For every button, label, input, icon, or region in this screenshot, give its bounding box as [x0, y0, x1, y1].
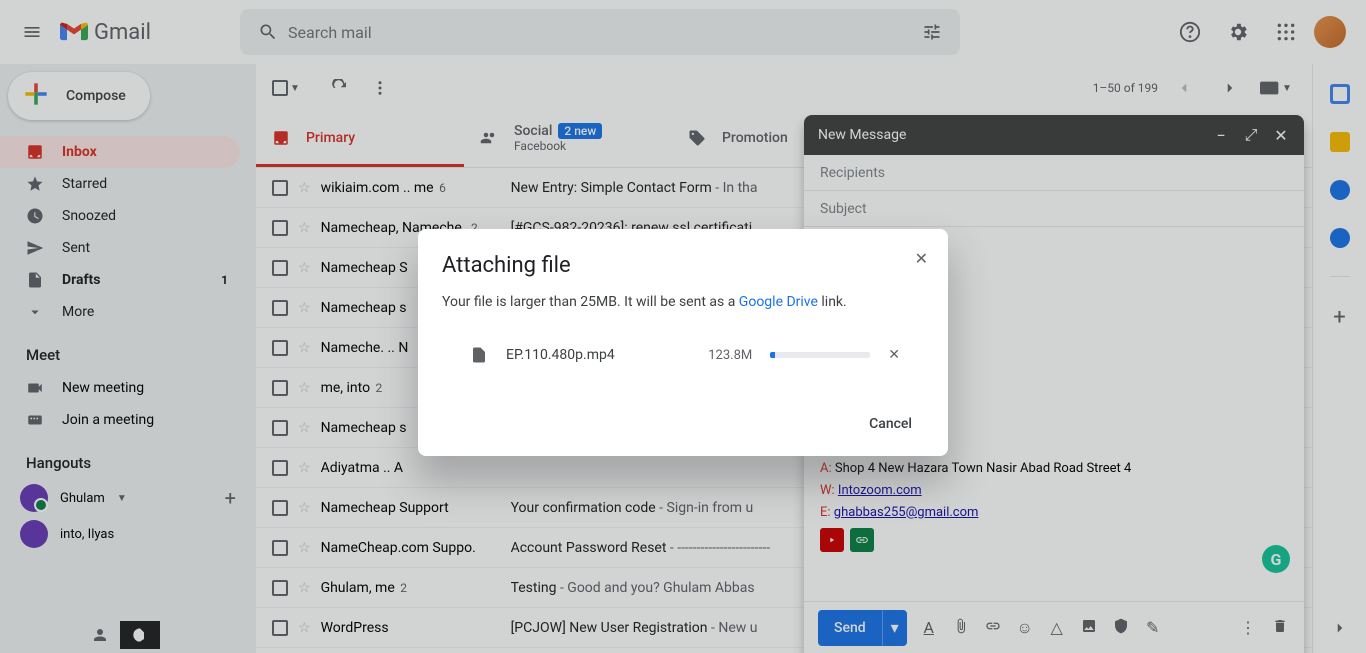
- file-name: EP.110.480p.mp4: [506, 347, 690, 363]
- file-row: EP.110.480p.mp4 123.8M ✕: [442, 346, 924, 364]
- attaching-file-dialog: ✕ Attaching file Your file is larger tha…: [418, 229, 948, 456]
- dialog-text-post: link.: [818, 294, 847, 310]
- cancel-button[interactable]: Cancel: [857, 408, 924, 440]
- cancel-upload-icon[interactable]: ✕: [888, 347, 900, 363]
- dialog-text-pre: Your file is larger than 25MB. It will b…: [442, 294, 739, 310]
- file-size: 123.8M: [708, 348, 752, 363]
- close-icon[interactable]: ✕: [915, 249, 928, 268]
- file-icon: [470, 346, 488, 364]
- dialog-title: Attaching file: [442, 253, 924, 278]
- progress-bar: [770, 352, 870, 358]
- google-drive-link[interactable]: Google Drive: [739, 294, 818, 310]
- dialog-body: Your file is larger than 25MB. It will b…: [442, 294, 924, 310]
